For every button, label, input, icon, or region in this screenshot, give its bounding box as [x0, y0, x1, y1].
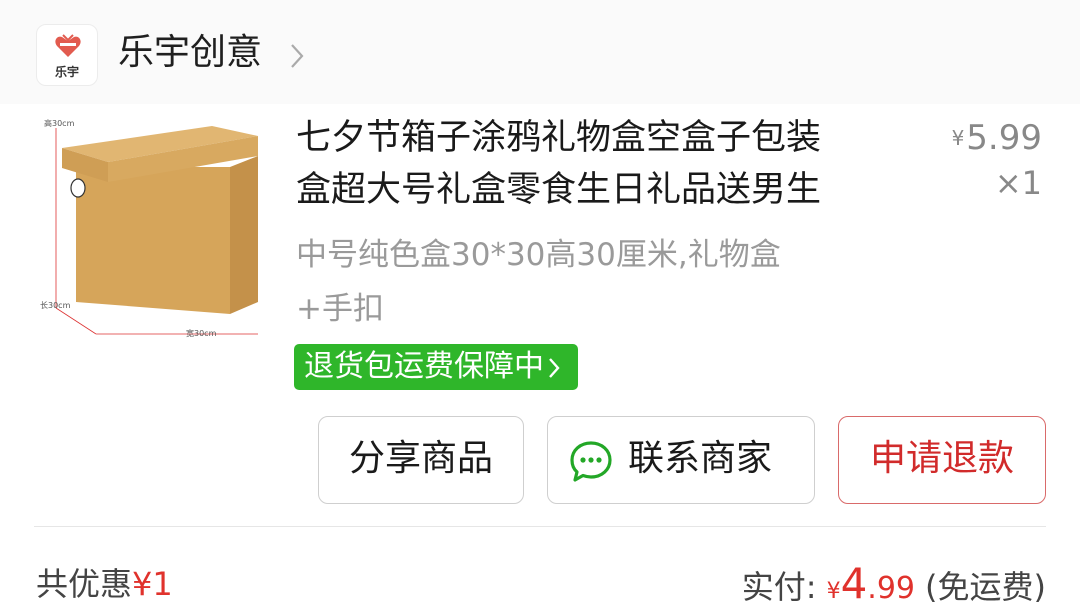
gift-heart-icon: [55, 34, 81, 57]
price-currency-symbol: ¥: [951, 126, 965, 150]
sku-line-2: +手扣: [296, 291, 384, 327]
discount-summary: 共优惠¥1: [36, 562, 173, 606]
request-refund-button[interactable]: 申请退款: [838, 416, 1046, 504]
product-title-line-2: 盒超大号礼盒零食生日礼品送男生: [296, 170, 822, 210]
discount-amount: ¥1: [132, 565, 173, 603]
paid-amount-summary: 实付: ¥4.99 (免运费): [742, 560, 1046, 616]
product-title-line-1: 七夕节箱子涂鸦礼物盒空盒子包装: [296, 118, 822, 158]
chevron-right-icon: [549, 358, 560, 378]
discount-label: 共优惠: [36, 565, 133, 603]
guarantee-label: 退货包运费保障中: [304, 349, 544, 384]
paid-currency-symbol: ¥: [826, 579, 841, 604]
paid-amount-integer: 4: [840, 559, 868, 608]
product-image[interactable]: 高30cm 长30cm 宽30cm: [36, 112, 272, 348]
height-label: 高30cm: [44, 119, 75, 128]
return-shipping-guarantee-badge[interactable]: 退货包运费保障中: [294, 344, 578, 390]
paid-label: 实付:: [741, 568, 817, 606]
chevron-right-icon[interactable]: [290, 43, 304, 69]
shop-name[interactable]: 乐宇创意: [118, 30, 262, 76]
chat-bubble-icon: [570, 441, 612, 482]
shop-logo[interactable]: 乐宇: [36, 24, 98, 86]
shop-header[interactable]: 乐宇 乐宇创意: [0, 0, 1080, 104]
paid-amount-decimal: .99: [867, 571, 916, 606]
cardboard-box-illustration: [55, 126, 258, 335]
sku-line-1: 中号纯色盒30*30高30厘米,礼物盒: [296, 237, 781, 273]
share-product-button[interactable]: 分享商品: [318, 416, 524, 504]
contact-seller-button[interactable]: 联系商家: [547, 416, 815, 504]
price-value: 5.99: [966, 118, 1042, 158]
length-label: 长30cm: [40, 301, 71, 310]
product-quantity: ×1: [994, 164, 1042, 202]
divider: [34, 526, 1046, 527]
product-sku: 中号纯色盒30*30高30厘米,礼物盒 +手扣: [296, 228, 896, 336]
shop-logo-text: 乐宇: [54, 65, 79, 79]
product-title[interactable]: 七夕节箱子涂鸦礼物盒空盒子包装 盒超大号礼盒零食生日礼品送男生: [296, 112, 916, 216]
contact-seller-label: 联系商家: [628, 438, 773, 479]
order-item-card: 乐宇 乐宇创意 高30cm 长30cm 宽30cm 七夕节箱子涂鸦礼物盒空盒子包…: [0, 0, 1080, 616]
shipping-note: (免运费): [925, 568, 1046, 606]
product-price: ¥5.99: [952, 116, 1042, 160]
width-label: 宽30cm: [186, 329, 217, 338]
